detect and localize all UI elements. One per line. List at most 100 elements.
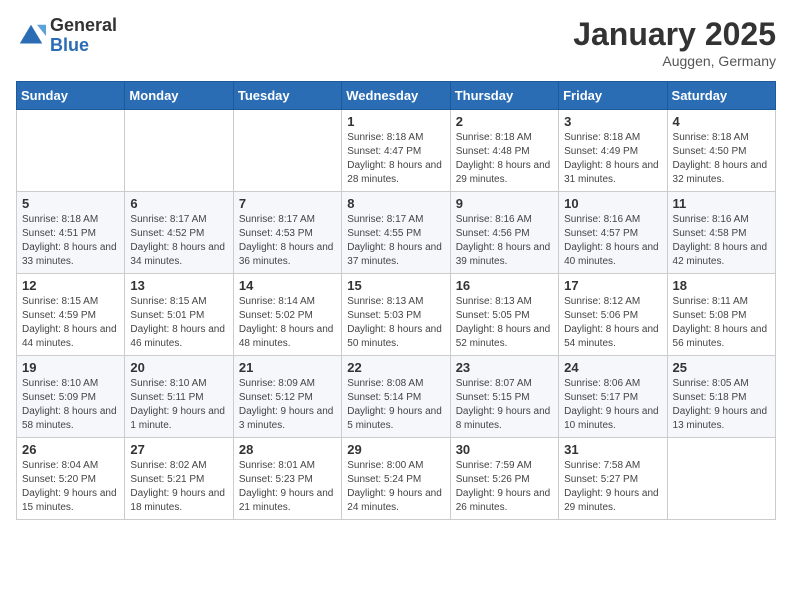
day-number: 5 (22, 196, 119, 211)
calendar-cell: 20Sunrise: 8:10 AM Sunset: 5:11 PM Dayli… (125, 356, 233, 438)
day-info: Sunrise: 8:18 AM Sunset: 4:48 PM Dayligh… (456, 131, 553, 187)
day-of-week-header: Wednesday (342, 82, 450, 110)
day-number: 22 (347, 360, 444, 375)
day-info: Sunrise: 8:11 AM Sunset: 5:08 PM Dayligh… (673, 295, 770, 351)
calendar-cell (17, 110, 125, 192)
calendar-cell: 22 Sunrise: 8:08 AM Sunset: 5:14 PM Dayli… (342, 356, 450, 438)
day-number: 24 (564, 360, 661, 375)
day-info: Sunrise: 8:09 AM Sunset: 5:12 PM Dayligh… (239, 377, 336, 433)
logo-general-text: General (50, 16, 117, 36)
day-number: 31 (564, 442, 661, 457)
logo: General Blue (16, 16, 117, 56)
day-of-week-header: Sunday (17, 82, 125, 110)
day-info: Sunrise: 8:00 AM Sunset: 5:24 PM Dayligh… (347, 459, 444, 515)
logo-icon (16, 21, 46, 51)
calendar-cell: 2 Sunrise: 8:18 AM Sunset: 4:48 PM Daylig… (450, 110, 558, 192)
day-info: Sunrise: 8:08 AM Sunset: 5:14 PM Dayligh… (347, 377, 444, 433)
day-info: Sunrise: 8:16 AM Sunset: 4:58 PM Dayligh… (673, 213, 770, 269)
day-info: Sunrise: 8:18 AM Sunset: 4:51 PM Dayligh… (22, 213, 119, 269)
day-number: 1 (347, 114, 444, 129)
day-info: Sunrise: 8:17 AM Sunset: 4:55 PM Dayligh… (347, 213, 444, 269)
calendar-cell: 30Sunrise: 7:59 AM Sunset: 5:26 PM Dayli… (450, 438, 558, 520)
day-info: Sunrise: 8:01 AM Sunset: 5:23 PM Dayligh… (239, 459, 336, 515)
calendar-cell: 16 Sunrise: 8:13 AM Sunset: 5:05 PM Dayli… (450, 274, 558, 356)
location-text: Auggen, Germany (573, 53, 776, 69)
day-info: Sunrise: 8:02 AM Sunset: 5:21 PM Dayligh… (130, 459, 227, 515)
day-number: 10 (564, 196, 661, 211)
calendar-cell: 25Sunrise: 8:05 AM Sunset: 5:18 PM Dayli… (667, 356, 775, 438)
day-number: 26 (22, 442, 119, 457)
day-info: Sunrise: 8:17 AM Sunset: 4:52 PM Dayligh… (130, 213, 227, 269)
calendar-cell: 7Sunrise: 8:17 AM Sunset: 4:53 PM Daylig… (233, 192, 341, 274)
day-number: 29 (347, 442, 444, 457)
day-info: Sunrise: 8:18 AM Sunset: 4:47 PM Dayligh… (347, 131, 444, 187)
day-number: 14 (239, 278, 336, 293)
calendar-cell: 26Sunrise: 8:04 AM Sunset: 5:20 PM Dayli… (17, 438, 125, 520)
day-info: Sunrise: 8:06 AM Sunset: 5:17 PM Dayligh… (564, 377, 661, 433)
day-number: 2 (456, 114, 553, 129)
calendar-cell: 13Sunrise: 8:15 AM Sunset: 5:01 PM Dayli… (125, 274, 233, 356)
day-info: Sunrise: 7:59 AM Sunset: 5:26 PM Dayligh… (456, 459, 553, 515)
calendar-cell: 12 Sunrise: 8:15 AM Sunset: 4:59 PM Dayli… (17, 274, 125, 356)
calendar-cell: 1 Sunrise: 8:18 AM Sunset: 4:47 PM Daylig… (342, 110, 450, 192)
calendar-cell: 28 Sunrise: 8:01 AM Sunset: 5:23 PM Dayli… (233, 438, 341, 520)
day-info: Sunrise: 8:13 AM Sunset: 5:05 PM Dayligh… (456, 295, 553, 351)
calendar-cell: 19Sunrise: 8:10 AM Sunset: 5:09 PM Dayli… (17, 356, 125, 438)
calendar-table: SundayMondayTuesdayWednesdayThursdayFrid… (16, 81, 776, 520)
calendar-cell: 14 Sunrise: 8:14 AM Sunset: 5:02 PM Dayli… (233, 274, 341, 356)
calendar-cell: 23Sunrise: 8:07 AM Sunset: 5:15 PM Dayli… (450, 356, 558, 438)
calendar-cell: 6 Sunrise: 8:17 AM Sunset: 4:52 PM Daylig… (125, 192, 233, 274)
day-number: 9 (456, 196, 553, 211)
calendar-cell: 27 Sunrise: 8:02 AM Sunset: 5:21 PM Dayli… (125, 438, 233, 520)
day-info: Sunrise: 8:10 AM Sunset: 5:11 PM Dayligh… (130, 377, 227, 433)
logo-blue-text: Blue (50, 36, 117, 56)
day-number: 16 (456, 278, 553, 293)
calendar-cell: 5 Sunrise: 8:18 AM Sunset: 4:51 PM Daylig… (17, 192, 125, 274)
calendar-week-row: 5 Sunrise: 8:18 AM Sunset: 4:51 PM Daylig… (17, 192, 776, 274)
day-number: 28 (239, 442, 336, 457)
day-of-week-header: Thursday (450, 82, 558, 110)
day-info: Sunrise: 8:15 AM Sunset: 4:59 PM Dayligh… (22, 295, 119, 351)
day-info: Sunrise: 8:05 AM Sunset: 5:18 PM Dayligh… (673, 377, 770, 433)
calendar-cell: 18Sunrise: 8:11 AM Sunset: 5:08 PM Dayli… (667, 274, 775, 356)
month-title: January 2025 (573, 16, 776, 53)
calendar-cell: 4Sunrise: 8:18 AM Sunset: 4:50 PM Daylig… (667, 110, 775, 192)
calendar-week-row: 19Sunrise: 8:10 AM Sunset: 5:09 PM Dayli… (17, 356, 776, 438)
calendar-cell: 29 Sunrise: 8:00 AM Sunset: 5:24 PM Dayli… (342, 438, 450, 520)
day-of-week-header: Tuesday (233, 82, 341, 110)
calendar-week-row: 26Sunrise: 8:04 AM Sunset: 5:20 PM Dayli… (17, 438, 776, 520)
calendar-cell (125, 110, 233, 192)
day-number: 11 (673, 196, 770, 211)
day-info: Sunrise: 8:16 AM Sunset: 4:56 PM Dayligh… (456, 213, 553, 269)
calendar-cell: 9 Sunrise: 8:16 AM Sunset: 4:56 PM Daylig… (450, 192, 558, 274)
calendar-cell: 3 Sunrise: 8:18 AM Sunset: 4:49 PM Daylig… (559, 110, 667, 192)
calendar-cell: 31Sunrise: 7:58 AM Sunset: 5:27 PM Dayli… (559, 438, 667, 520)
calendar-cell (233, 110, 341, 192)
calendar-cell: 11 Sunrise: 8:16 AM Sunset: 4:58 PM Dayli… (667, 192, 775, 274)
calendar-week-row: 12 Sunrise: 8:15 AM Sunset: 4:59 PM Dayli… (17, 274, 776, 356)
calendar-cell: 17 Sunrise: 8:12 AM Sunset: 5:06 PM Dayli… (559, 274, 667, 356)
day-number: 6 (130, 196, 227, 211)
day-of-week-header: Saturday (667, 82, 775, 110)
day-number: 15 (347, 278, 444, 293)
day-number: 12 (22, 278, 119, 293)
calendar-cell: 8Sunrise: 8:17 AM Sunset: 4:55 PM Daylig… (342, 192, 450, 274)
calendar-cell: 15Sunrise: 8:13 AM Sunset: 5:03 PM Dayli… (342, 274, 450, 356)
day-info: Sunrise: 8:16 AM Sunset: 4:57 PM Dayligh… (564, 213, 661, 269)
calendar-cell: 24 Sunrise: 8:06 AM Sunset: 5:17 PM Dayli… (559, 356, 667, 438)
day-number: 27 (130, 442, 227, 457)
day-number: 4 (673, 114, 770, 129)
day-info: Sunrise: 8:18 AM Sunset: 4:49 PM Dayligh… (564, 131, 661, 187)
calendar-cell (667, 438, 775, 520)
calendar-cell: 21 Sunrise: 8:09 AM Sunset: 5:12 PM Dayli… (233, 356, 341, 438)
day-number: 3 (564, 114, 661, 129)
calendar-header-row: SundayMondayTuesdayWednesdayThursdayFrid… (17, 82, 776, 110)
day-of-week-header: Monday (125, 82, 233, 110)
day-number: 21 (239, 360, 336, 375)
day-info: Sunrise: 8:14 AM Sunset: 5:02 PM Dayligh… (239, 295, 336, 351)
day-info: Sunrise: 8:12 AM Sunset: 5:06 PM Dayligh… (564, 295, 661, 351)
day-number: 17 (564, 278, 661, 293)
day-number: 23 (456, 360, 553, 375)
day-info: Sunrise: 8:17 AM Sunset: 4:53 PM Dayligh… (239, 213, 336, 269)
day-info: Sunrise: 8:10 AM Sunset: 5:09 PM Dayligh… (22, 377, 119, 433)
